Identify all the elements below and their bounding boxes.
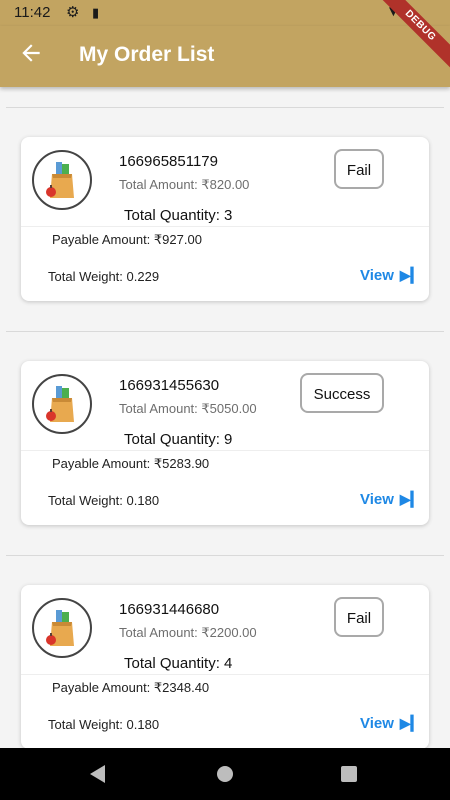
- grocery-bag-icon: [32, 374, 92, 434]
- nav-back-icon[interactable]: [90, 765, 105, 783]
- view-button[interactable]: View ▶▎: [360, 715, 421, 732]
- sd-card-icon: ▮: [92, 5, 100, 20]
- list-divider: [6, 555, 444, 556]
- total-weight: Total Weight: 0.229: [48, 269, 160, 284]
- list-divider: [6, 331, 444, 332]
- card-divider: [21, 450, 429, 451]
- back-arrow-icon[interactable]: [18, 40, 46, 68]
- skip-next-icon: ▶▎: [399, 715, 422, 731]
- system-nav-bar: [0, 748, 450, 800]
- total-amount: Total Amount: ₹820.00: [119, 177, 250, 192]
- payable-amount: Payable Amount: ₹927.00: [52, 232, 202, 247]
- order-card[interactable]: 166931455630 Total Amount: ₹5050.00 Tota…: [21, 361, 429, 525]
- nav-home-icon[interactable]: [217, 766, 233, 782]
- view-label: View: [360, 715, 394, 732]
- order-id: 166965851179: [119, 153, 218, 170]
- order-id: 166931446680: [119, 601, 220, 618]
- order-id: 166931455630: [119, 377, 220, 394]
- grocery-bag-icon: [32, 598, 92, 658]
- payable-amount: Payable Amount: ₹5283.90: [52, 456, 210, 471]
- status-button[interactable]: Fail: [334, 149, 384, 189]
- debug-banner: DEBUG: [371, 0, 450, 75]
- total-amount: Total Amount: ₹5050.00: [119, 401, 257, 416]
- total-quantity: Total Quantity: 3: [124, 207, 233, 224]
- status-button[interactable]: Success: [300, 373, 384, 413]
- total-weight: Total Weight: 0.180: [48, 493, 160, 508]
- view-button[interactable]: View ▶▎: [360, 267, 421, 284]
- total-weight: Total Weight: 0.180: [48, 717, 160, 732]
- debug-banner-wrap: DEBUG: [360, 0, 450, 90]
- payable-amount: Payable Amount: ₹2348.40: [52, 680, 210, 695]
- order-card[interactable]: 166931446680 Total Amount: ₹2200.00 Tota…: [21, 585, 429, 749]
- nav-recents-icon[interactable]: [341, 766, 357, 782]
- skip-next-icon: ▶▎: [399, 491, 422, 507]
- total-quantity: Total Quantity: 4: [124, 655, 233, 672]
- total-amount: Total Amount: ₹2200.00: [119, 625, 257, 640]
- card-divider: [21, 226, 429, 227]
- skip-next-icon: ▶▎: [399, 267, 422, 283]
- list-divider: [6, 107, 444, 108]
- grocery-bag-icon: [32, 150, 92, 210]
- total-quantity: Total Quantity: 9: [124, 431, 233, 448]
- settings-icon: ⚙: [66, 4, 80, 21]
- view-button[interactable]: View ▶▎: [360, 491, 421, 508]
- view-label: View: [360, 491, 394, 508]
- view-label: View: [360, 267, 394, 284]
- order-card[interactable]: 166965851179 Total Amount: ₹820.00 Total…: [21, 137, 429, 301]
- status-button[interactable]: Fail: [334, 597, 384, 637]
- page-title: My Order List: [79, 43, 215, 66]
- status-time: 11:42: [14, 4, 51, 21]
- card-divider: [21, 674, 429, 675]
